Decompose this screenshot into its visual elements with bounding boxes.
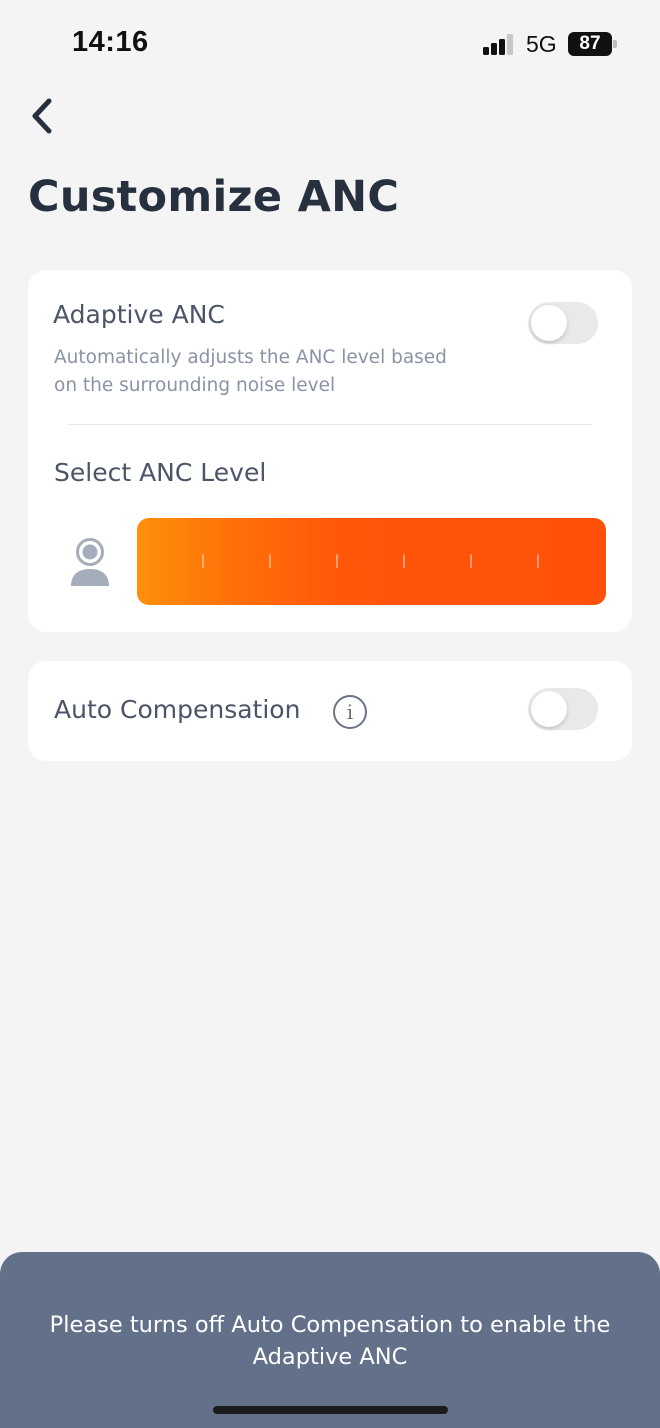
network-type: 5G: [526, 31, 557, 57]
divider: [68, 424, 592, 425]
anc-level-tick: [336, 554, 338, 568]
page-title: Customize ANC: [28, 172, 400, 222]
toggle-knob: [531, 691, 567, 727]
adaptive-anc-card: Adaptive ANC Automatically adjusts the A…: [28, 270, 632, 632]
select-anc-level-label: Select ANC Level: [54, 458, 267, 487]
battery-level: 87: [568, 32, 612, 56]
auto-compensation-toggle[interactable]: [528, 688, 598, 730]
home-indicator[interactable]: [213, 1406, 448, 1414]
toast-message: Please turns off Auto Compensation to en…: [0, 1252, 660, 1428]
status-time: 14:16: [72, 26, 149, 58]
info-glyph: i: [346, 700, 354, 724]
info-icon[interactable]: i: [333, 695, 367, 729]
signal-strength-icon: [483, 33, 517, 55]
anc-level-tick: [202, 554, 204, 568]
toast-text: Please turns off Auto Compensation to en…: [49, 1312, 611, 1370]
anc-level-tick: [269, 554, 271, 568]
toggle-knob: [531, 305, 567, 341]
chevron-left-icon: [32, 98, 52, 134]
anc-level-tick: [403, 554, 405, 568]
back-button[interactable]: [20, 92, 64, 140]
anc-level-tick: [470, 554, 472, 568]
adaptive-anc-title: Adaptive ANC: [53, 300, 225, 329]
anc-level-slider[interactable]: [137, 518, 606, 605]
customize-anc-screen: 14:16 5G 87 Customize ANC Adaptive ANC A…: [0, 0, 660, 1428]
status-bar: 14:16 5G 87: [0, 0, 660, 90]
anc-level-tick: [537, 554, 539, 568]
battery-icon: 87: [568, 32, 618, 56]
adaptive-anc-toggle[interactable]: [528, 302, 598, 344]
auto-compensation-card: Auto Compensation i: [28, 661, 632, 761]
adaptive-anc-description: Automatically adjusts the ANC level base…: [54, 347, 447, 396]
person-icon: [71, 538, 109, 586]
auto-compensation-title: Auto Compensation: [54, 695, 301, 724]
